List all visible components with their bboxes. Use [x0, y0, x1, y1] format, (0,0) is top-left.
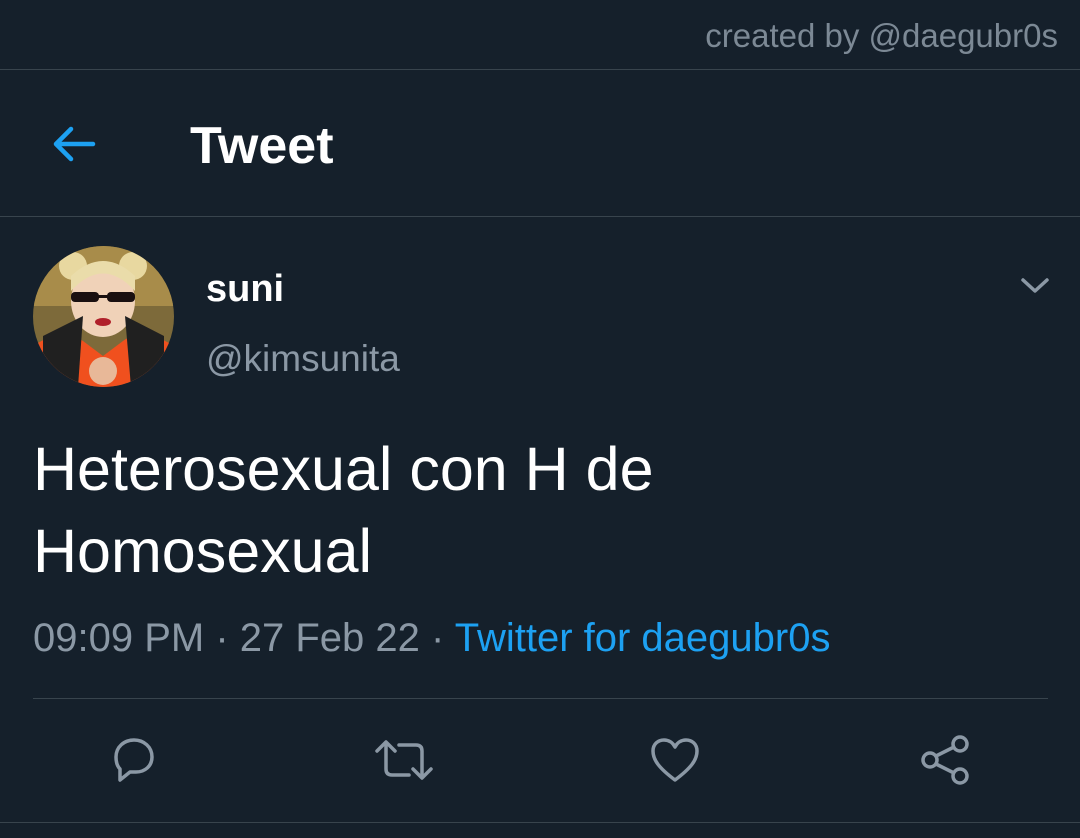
reply-icon	[108, 735, 160, 785]
tweet-time: 09:09 PM	[33, 616, 205, 660]
watermark-text: created by @daegubr0s	[705, 17, 1058, 54]
back-button[interactable]	[48, 118, 100, 170]
avatar[interactable]	[33, 246, 174, 387]
meta-separator: ·	[204, 616, 240, 660]
tweet-date: 27 Feb 22	[239, 616, 420, 660]
like-button[interactable]	[645, 730, 705, 790]
arrow-left-icon	[51, 124, 97, 164]
tweet-text: Heterosexual con H de Homosexual	[33, 428, 1043, 592]
tweet-text-line: Heterosexual con H de	[33, 435, 654, 503]
tweet-source-link[interactable]: Twitter for daegubr0s	[455, 616, 831, 660]
chevron-down-icon	[1020, 277, 1050, 295]
top-divider	[0, 69, 1080, 70]
tweet-text-line: Homosexual	[33, 517, 373, 585]
bottom-divider	[0, 822, 1080, 823]
display-name[interactable]: suni	[206, 266, 284, 312]
header-divider	[0, 216, 1080, 217]
more-options-button[interactable]	[1012, 266, 1058, 306]
retweet-icon	[373, 737, 435, 783]
reply-button[interactable]	[104, 730, 164, 790]
actions-divider	[33, 698, 1048, 699]
page-title: Tweet	[190, 117, 334, 175]
like-icon	[649, 736, 701, 784]
meta-separator: ·	[419, 616, 455, 660]
user-handle[interactable]: @kimsunita	[206, 336, 400, 382]
tweet-detail-screen: created by @daegubr0s Tweet suni @kimsun…	[0, 0, 1080, 838]
retweet-button[interactable]	[374, 730, 434, 790]
share-button[interactable]	[915, 730, 975, 790]
share-icon	[918, 734, 972, 786]
tweet-metadata: 09:09 PM · 27 Feb 22 · Twitter for daegu…	[33, 612, 830, 664]
